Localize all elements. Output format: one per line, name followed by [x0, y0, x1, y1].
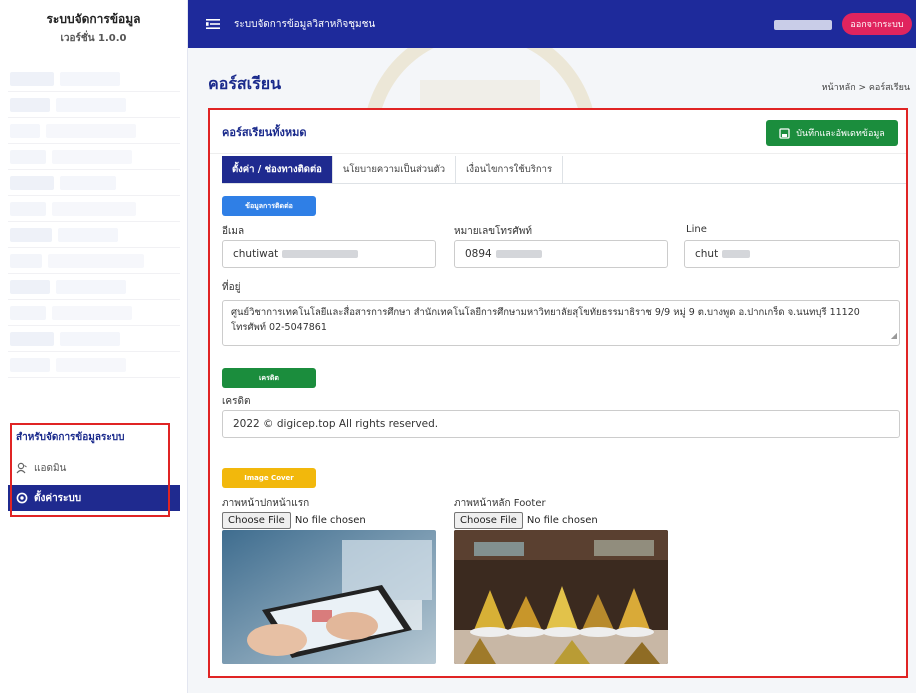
- address-label: ที่อยู่: [222, 282, 241, 293]
- sidebar-item-blurred[interactable]: [8, 144, 180, 170]
- redacted-text: [282, 250, 359, 258]
- cover-image-preview: [222, 530, 436, 664]
- email-label: อีเมล: [222, 226, 245, 237]
- redacted-text: [722, 250, 751, 258]
- tab-privacy-policy[interactable]: นโยบายความเป็นส่วนตัว: [333, 156, 457, 183]
- topbar-title: ระบบจัดการข้อมูลวิสาหกิจชุมชน: [234, 18, 376, 30]
- sidebar-item-blurred[interactable]: [8, 170, 180, 196]
- topbar: ระบบจัดการข้อมูลวิสาหกิจชุมชน ออกจากระบบ: [188, 0, 916, 48]
- phone-field[interactable]: 0894: [454, 240, 668, 268]
- no-file-text: No file chosen: [294, 515, 366, 526]
- save-icon: [779, 127, 790, 139]
- sidebar-item-blurred[interactable]: [8, 222, 180, 248]
- highlight-box: [10, 423, 170, 517]
- resize-handle-icon[interactable]: ◢: [891, 328, 897, 343]
- credit-label: เครดิต: [222, 396, 251, 407]
- tab-terms-of-service[interactable]: เงื่อนไขการใช้บริการ: [456, 156, 564, 183]
- sidebar-item-blurred[interactable]: [8, 66, 180, 92]
- sidebar-blurred-menu: [8, 66, 180, 398]
- sidebar-item-blurred[interactable]: [8, 274, 180, 300]
- email-field[interactable]: chutiwat: [222, 240, 436, 268]
- phone-label: หมายเลขโทรศัพท์: [454, 226, 532, 237]
- sidebar-item-blurred[interactable]: [8, 118, 180, 144]
- image-cover-section-badge: Image Cover: [222, 468, 316, 488]
- sidebar-item-blurred[interactable]: [8, 300, 180, 326]
- phone-value: 0894: [465, 248, 492, 260]
- sidebar-item-blurred[interactable]: [8, 92, 180, 118]
- cover-file-input[interactable]: Choose File No file chosen: [222, 512, 366, 529]
- footer-file-input[interactable]: Choose File No file chosen: [454, 512, 598, 529]
- credit-value: 2022 © digicep.top All rights reserved.: [233, 418, 439, 430]
- line-value: chut: [695, 248, 719, 260]
- sidebar-item-blurred[interactable]: [8, 352, 180, 378]
- sidebar: ระบบจัดการข้อมูล เวอร์ชั่น 1.0.0 สำหรับจ…: [0, 0, 188, 693]
- footer-image-label: ภาพหน้าหลัก Footer: [454, 498, 546, 509]
- brand-title: ระบบจัดการข้อมูล: [46, 12, 141, 26]
- credit-section-badge: เครดิต: [222, 368, 316, 388]
- choose-file-button[interactable]: Choose File: [454, 512, 523, 529]
- brand-version: เวอร์ชั่น 1.0.0: [60, 33, 127, 44]
- line-field[interactable]: chut: [684, 240, 900, 268]
- cover-image-label: ภาพหน้าปกหน้าแรก: [222, 498, 310, 509]
- address-value: ศูนย์วิชาการเทคโนโลยีและสื่อสารการศึกษา …: [231, 307, 860, 333]
- credit-field[interactable]: 2022 © digicep.top All rights reserved.: [222, 410, 900, 438]
- address-textarea[interactable]: ศูนย์วิชาการเทคโนโลยีและสื่อสารการศึกษา …: [222, 300, 900, 346]
- breadcrumb[interactable]: หน้าหลัก > คอร์สเรียน: [822, 80, 910, 94]
- redacted-text: [495, 250, 542, 258]
- brand: ระบบจัดการข้อมูล เวอร์ชั่น 1.0.0: [0, 0, 187, 48]
- line-label: Line: [686, 224, 707, 235]
- no-file-text: No file chosen: [526, 515, 598, 526]
- settings-card: คอร์สเรียนทั้งหมด บันทึกและอัพเดทข้อมูล …: [208, 108, 908, 678]
- email-value: chutiwat: [233, 248, 279, 260]
- footer-image-preview: [454, 530, 668, 664]
- logout-button[interactable]: ออกจากระบบ: [842, 13, 912, 35]
- tab-contact-settings[interactable]: ตั้งค่า / ช่องทางติดต่อ: [222, 156, 333, 183]
- sidebar-item-blurred[interactable]: [8, 326, 180, 352]
- sidebar-item-blurred[interactable]: [8, 196, 180, 222]
- page-title: คอร์สเรียน: [208, 74, 282, 93]
- save-button-label: บันทึกและอัพเดทข้อมูล: [796, 129, 885, 139]
- user-name-blurred: [774, 20, 832, 30]
- menu-toggle-icon[interactable]: [206, 18, 220, 30]
- save-update-button[interactable]: บันทึกและอัพเดทข้อมูล: [766, 120, 898, 146]
- settings-tabs: ตั้งค่า / ช่องทางติดต่อ นโยบายความเป็นส่…: [222, 156, 906, 184]
- contact-section-badge: ข้อมูลการติดต่อ: [222, 196, 316, 216]
- choose-file-button[interactable]: Choose File: [222, 512, 291, 529]
- sidebar-item-blurred[interactable]: [8, 248, 180, 274]
